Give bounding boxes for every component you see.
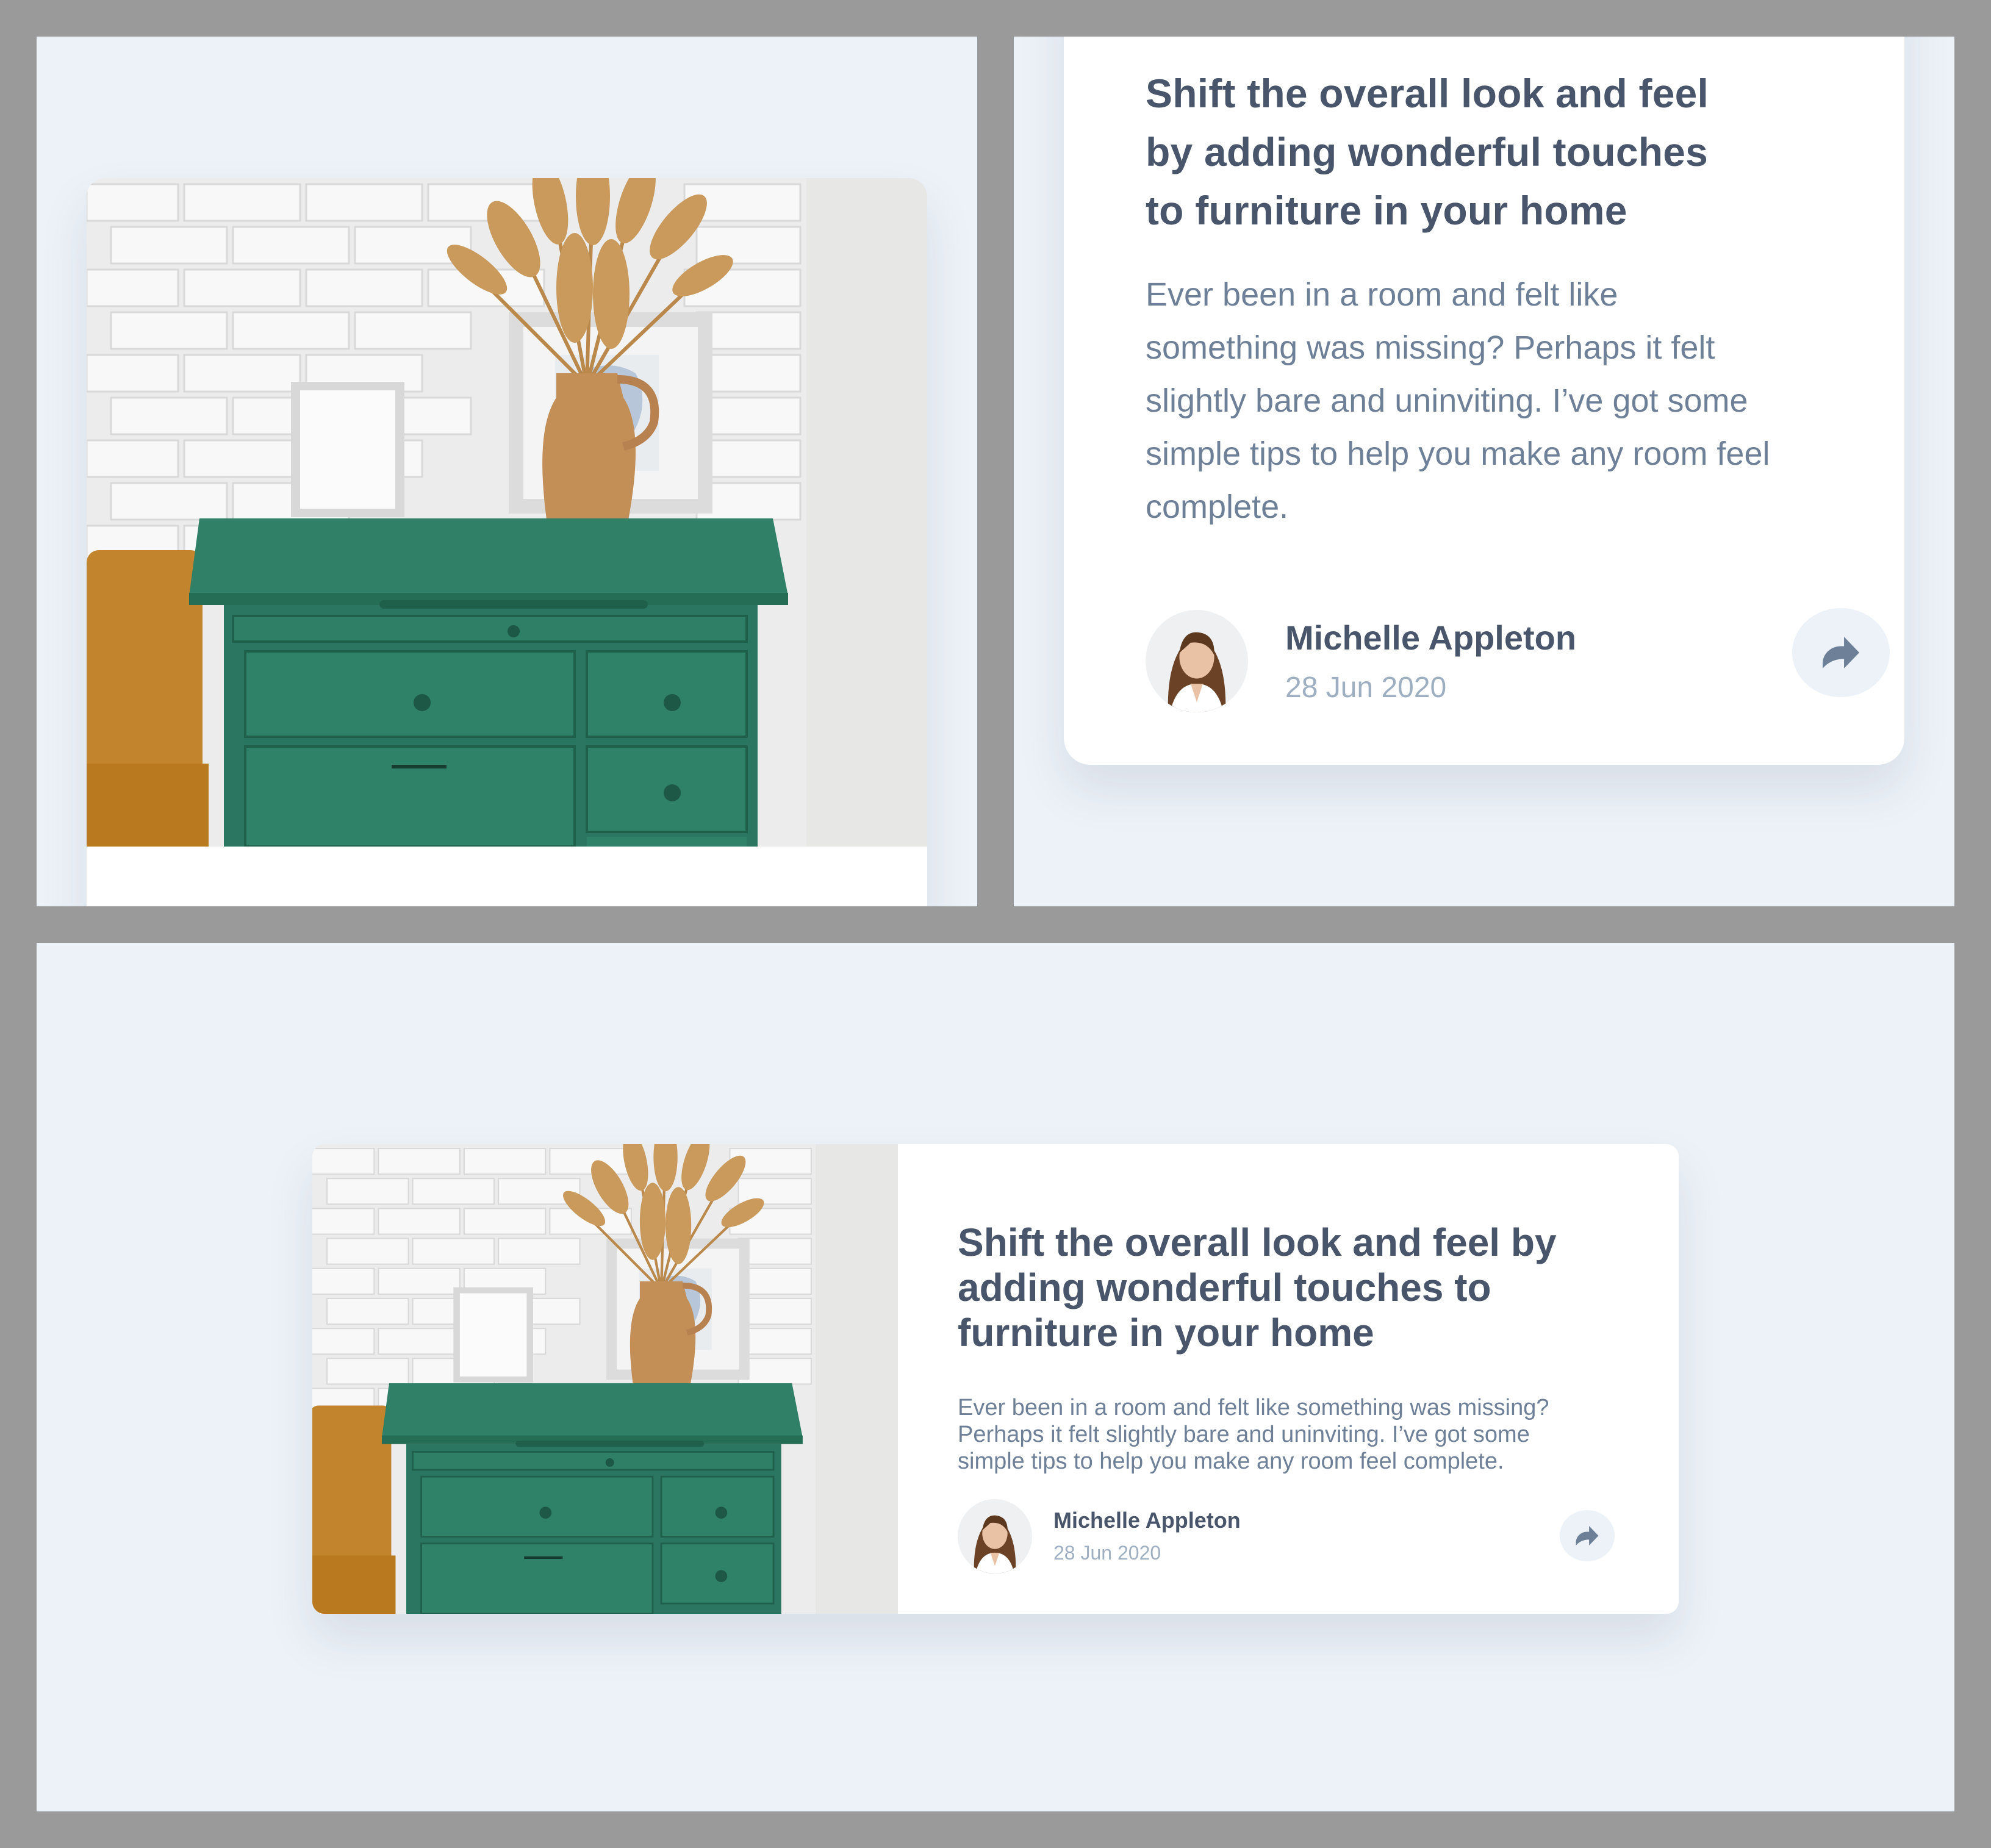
article-title-line: adding wonderful touches to bbox=[958, 1266, 1491, 1309]
article-card-desktop: Shift the overall look and feel by addin… bbox=[312, 1144, 1679, 1614]
article-excerpt-line: simple tips to help you make any room fe… bbox=[958, 1449, 1504, 1474]
share-button[interactable] bbox=[1792, 608, 1890, 697]
author-avatar bbox=[1146, 610, 1248, 712]
author-name: Michelle Appleton bbox=[1285, 618, 1577, 657]
article-title-peek: Shift the overall look and feel bbox=[167, 897, 887, 906]
article-title-line: by adding wonderful touches bbox=[1146, 129, 1709, 174]
article-excerpt-line: simple tips to help you make any room fe… bbox=[1146, 435, 1770, 472]
article-excerpt-line: something was missing? Perhaps it felt bbox=[1146, 329, 1715, 366]
publish-date: 28 Jun 2020 bbox=[1053, 1542, 1161, 1564]
share-icon bbox=[1823, 637, 1859, 668]
article-image bbox=[312, 1144, 898, 1614]
author-avatar bbox=[958, 1499, 1032, 1574]
article-excerpt: Ever been in a room and felt like someth… bbox=[958, 1394, 1629, 1475]
article-excerpt-line: slightly bare and uninviting. I’ve got s… bbox=[1146, 382, 1748, 419]
share-icon bbox=[1576, 1526, 1599, 1545]
article-excerpt: Ever been in a room and felt like someth… bbox=[1146, 268, 1853, 534]
article-title: Shift the overall look and feel by addin… bbox=[958, 1220, 1629, 1355]
mobile-preview-top: Shift the overall look and feel bbox=[37, 37, 977, 906]
publish-date: 28 Jun 2020 bbox=[1285, 672, 1447, 704]
article-card-mobile-bottom: Shift the overall look and feel by addin… bbox=[1064, 37, 1904, 765]
author-name: Michelle Appleton bbox=[1053, 1508, 1241, 1533]
mobile-preview-bottom: Shift the overall look and feel by addin… bbox=[1014, 37, 1954, 906]
article-title-line: to furniture in your home bbox=[1146, 188, 1627, 233]
article-excerpt-line: Ever been in a room and felt like someth… bbox=[958, 1395, 1549, 1420]
article-title: Shift the overall look and feel by addin… bbox=[1146, 64, 1853, 240]
article-title-line: furniture in your home bbox=[958, 1311, 1374, 1355]
article-image bbox=[87, 178, 927, 847]
share-button[interactable] bbox=[1560, 1510, 1615, 1561]
article-excerpt-line: complete. bbox=[1146, 489, 1289, 525]
article-excerpt-line: Perhaps it felt slightly bare and uninvi… bbox=[958, 1422, 1530, 1447]
article-title-line: Shift the overall look and feel bbox=[1146, 71, 1709, 116]
article-title-line: Shift the overall look and feel by bbox=[958, 1220, 1557, 1264]
desktop-preview: Shift the overall look and feel by addin… bbox=[37, 943, 1954, 1811]
article-excerpt-line: Ever been in a room and felt like bbox=[1146, 276, 1618, 313]
article-card-mobile-top: Shift the overall look and feel bbox=[87, 178, 927, 906]
